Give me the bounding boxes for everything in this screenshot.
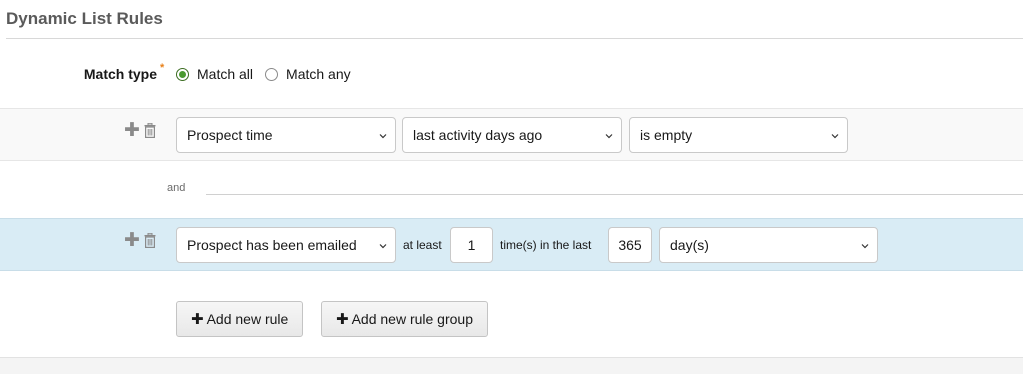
match-all-radio[interactable]: [176, 67, 189, 81]
plus-icon[interactable]: ✚: [124, 231, 140, 250]
rule-row: ✚ Prospect has been emailed at least 1 t…: [0, 218, 1023, 271]
conjunction-divider: [206, 194, 1023, 195]
rule-field-select[interactable]: Prospect has been emailed: [176, 227, 396, 263]
match-any-radio[interactable]: [265, 67, 279, 81]
match-type-radio-group: Match all Match any: [176, 66, 363, 82]
rule-condition-value: is empty: [640, 127, 693, 143]
period-unit-select[interactable]: day(s): [659, 227, 878, 263]
match-any-label[interactable]: Match any: [286, 66, 351, 82]
at-least-label: at least: [403, 238, 442, 252]
rule-condition-select[interactable]: is empty: [629, 117, 848, 153]
add-new-rule-button[interactable]: ✚ Add new rule: [176, 301, 304, 337]
conjunction-separator: and: [0, 182, 1023, 198]
rule-field-value: Prospect has been emailed: [187, 237, 357, 253]
add-new-rule-group-label: Add new rule group: [351, 311, 473, 327]
footer-band: [0, 357, 1023, 374]
chevron-down-icon: [379, 134, 387, 139]
chevron-down-icon: [379, 244, 387, 249]
count-input[interactable]: 1: [450, 227, 493, 263]
match-type-label: Match type: [83, 66, 157, 82]
times-in-last-label: time(s) in the last: [500, 238, 592, 252]
section-title: Dynamic List Rules: [6, 9, 163, 28]
required-indicator: *: [160, 62, 165, 74]
chevron-down-icon: [861, 244, 869, 249]
rule-operator-value: last activity days ago: [413, 127, 543, 143]
plus-icon[interactable]: ✚: [124, 121, 140, 140]
trash-icon[interactable]: [144, 233, 156, 248]
rule-field-value: Prospect time: [187, 127, 273, 143]
plus-icon: ✚: [191, 311, 204, 328]
rule-tools: ✚: [124, 231, 156, 250]
rule-field-select[interactable]: Prospect time: [176, 117, 396, 153]
trash-icon[interactable]: [144, 123, 156, 138]
match-type-row: Match type * Match all Match any: [0, 62, 1023, 86]
title-divider: [6, 38, 1023, 39]
rule-tools: ✚: [124, 121, 156, 140]
period-unit-value: day(s): [670, 237, 709, 253]
rule-operator-select[interactable]: last activity days ago: [402, 117, 622, 153]
rule-row: ✚ Prospect time last activity days ago i…: [0, 108, 1023, 161]
period-input[interactable]: 365: [608, 227, 652, 263]
chevron-down-icon: [831, 134, 839, 139]
chevron-down-icon: [605, 134, 613, 139]
add-new-rule-group-button[interactable]: ✚ Add new rule group: [321, 301, 488, 337]
conjunction-label: and: [167, 182, 186, 194]
plus-icon: ✚: [336, 311, 349, 328]
dynamic-list-rules-panel: Dynamic List Rules Match type * Match al…: [0, 0, 1023, 374]
match-all-label[interactable]: Match all: [197, 66, 253, 82]
add-new-rule-label: Add new rule: [206, 311, 289, 327]
